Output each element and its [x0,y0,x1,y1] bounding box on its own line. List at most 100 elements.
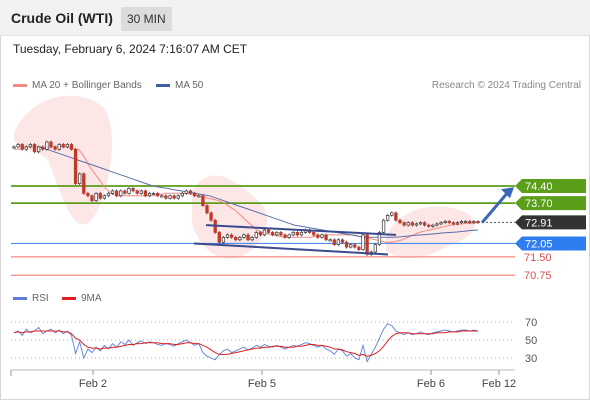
candle-body [234,236,238,241]
candle-body [135,190,139,194]
candle-body [217,232,221,243]
candle-body [172,195,176,199]
candle-body [57,144,61,150]
candle-body [394,212,398,221]
rsi-tick-label: 30 [525,353,537,365]
candle-body [291,232,295,236]
candle-body [406,222,410,226]
candle-body [427,224,431,227]
candle-body [61,144,65,148]
candle-body [381,219,386,233]
candle-body [32,144,37,153]
level-label: 72.05 [525,238,553,250]
candle-body [316,234,320,238]
candle-body [459,221,464,224]
candle-body [422,222,427,226]
candle-body [205,205,209,214]
candle-body [353,244,357,248]
rsi-tick-label: 70 [525,317,537,329]
candle-body [229,234,234,238]
candle-body [69,144,74,150]
x-tick-label: Feb 5 [248,378,276,390]
candle-body [78,173,82,184]
candle-body [402,222,406,226]
candle-body [410,222,414,226]
candle-body [201,195,205,206]
candle-body [24,146,28,150]
candle-body [106,192,111,197]
candle-body [262,229,267,236]
candle-body [12,146,16,149]
candle-body [431,224,435,227]
candle-body [110,190,115,194]
candle-body [439,222,443,225]
candle-body [258,232,263,236]
candle-body [127,188,131,194]
candle-body [373,244,377,253]
candle-body [242,234,246,238]
level-label: 71.50 [524,252,552,264]
rsi-tick-label: 50 [525,335,537,347]
candle-body [357,246,361,250]
candle-body [443,221,447,224]
candle-body [418,222,423,225]
candle-body [283,234,287,238]
candle-body [160,195,164,198]
candle-body [82,173,86,194]
candle-body [271,232,275,236]
candle-body [324,234,328,241]
candle-body [73,148,78,184]
candle-body [398,219,402,224]
x-axis: Feb 2 Feb 5 Feb 6 Feb 12 [10,369,516,390]
candle-body [90,195,94,202]
candle-body [102,195,106,199]
candle-body [197,195,201,198]
level-label: 70.75 [524,270,552,282]
candle-body [188,190,193,194]
candle-body [221,236,226,243]
candle-body [123,190,127,194]
candle-body [266,229,271,233]
candle-body [184,190,189,194]
candle-body [225,234,230,238]
candle-body [156,192,160,197]
candle-body [98,192,102,199]
candle-body [295,232,299,236]
level-label: 72.91 [525,217,553,229]
candle-body [209,212,213,221]
candle-body [476,221,480,224]
candle-body [464,221,468,224]
candle-body [168,195,172,199]
level-label: 74.40 [525,181,553,193]
candle-body [328,239,332,242]
candle-body [94,192,98,202]
candle-body [332,239,336,246]
candle-body [41,146,45,150]
candle-body [468,221,472,224]
candle-body [246,234,250,241]
candle-body [164,195,168,199]
rsi-9ma-line [13,330,478,357]
level-label: 73.70 [525,198,553,210]
candle-body [143,190,148,197]
candle-body [279,232,283,236]
candle-body [435,223,439,226]
candle-body [365,234,369,255]
candle-body [36,146,41,153]
candle-body [53,146,57,150]
candle-body [65,144,70,148]
candle-body [115,190,119,197]
candle-body [176,195,180,199]
candle-body [49,141,53,148]
rsi-panel: 70 50 30 [11,317,537,365]
candle-body [250,236,254,241]
candle-body [455,222,460,225]
candle-body [390,212,394,216]
candle-body [131,188,135,192]
candle-body [414,223,419,226]
candle-body [20,144,24,150]
forecast-arrow-shaft [480,191,510,224]
candle-body [472,221,476,224]
candle-body [151,192,156,195]
candle-body [320,234,324,238]
